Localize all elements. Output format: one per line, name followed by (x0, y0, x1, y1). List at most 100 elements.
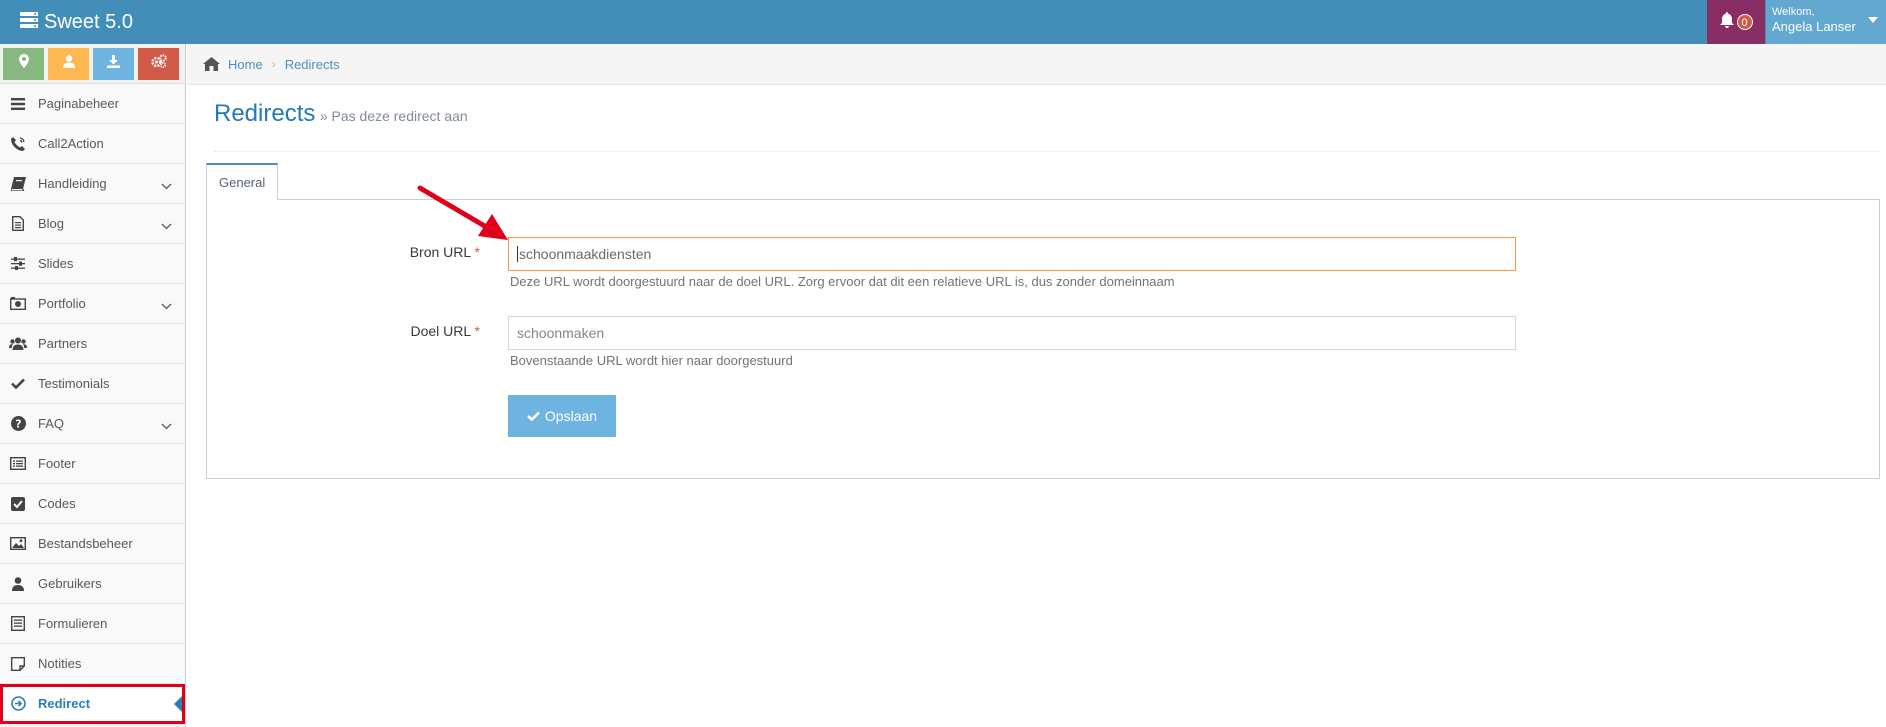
shortcut-button-download[interactable] (93, 47, 134, 80)
sidebar-item-label: Redirect (38, 696, 91, 711)
sidebar-item-codes[interactable]: Codes (0, 484, 185, 524)
check-square-icon (9, 495, 27, 513)
annotation-arrow-icon (416, 184, 510, 247)
target-url-value: schoonmaken (517, 325, 605, 341)
notifications-badge: 0 (1736, 14, 1753, 30)
breadcrumb-separator-icon: › (271, 57, 276, 71)
sidebar-item-testimonials[interactable]: Testimonials (0, 364, 185, 404)
sidebar-item-label: Bestandsbeheer (38, 536, 133, 551)
home-icon (203, 57, 220, 71)
sidebar-item-redirect[interactable]: Redirect (0, 684, 185, 724)
page-header: Redirects » Pas deze redirect aan (214, 100, 1880, 152)
breadcrumb-home-link[interactable]: Home (228, 57, 263, 72)
user-icon (62, 54, 75, 73)
app-title: Sweet 5.0 (44, 10, 133, 33)
map-marker-icon (18, 54, 29, 73)
target-url-label-text: Doel URL (410, 323, 471, 339)
chevron-down-icon (161, 298, 172, 313)
sidebar-item-bestandsbeheer[interactable]: Bestandsbeheer (0, 524, 185, 564)
sidebar-item-label: Slides (38, 256, 74, 271)
svg-text:?: ? (15, 418, 21, 431)
image-icon (9, 535, 27, 553)
source-url-help: Deze URL wordt doorgestuurd naar de doel… (510, 274, 1175, 289)
sidebar-item-label: Codes (38, 496, 76, 511)
save-button[interactable]: Opslaan (508, 395, 616, 437)
shortcut-button-location[interactable] (3, 47, 44, 80)
active-pointer (174, 696, 182, 712)
sidebar-item-footer[interactable]: Footer (0, 444, 185, 484)
document-icon (9, 215, 27, 233)
sidebar-item-label: Blog (38, 216, 65, 231)
source-url-value: schoonmaakdiensten (519, 246, 652, 262)
brand[interactable]: Sweet 5.0 (20, 0, 133, 44)
bell-icon (1719, 11, 1734, 33)
check-icon (527, 408, 540, 424)
chevron-down-icon (161, 418, 172, 433)
sidebar-item-label: FAQ (38, 416, 65, 431)
sidebar-item-notities[interactable]: Notities (0, 644, 185, 684)
sidebar: Paginabeheer Call2Action Handleiding Blo… (0, 44, 186, 727)
sidebar-item-faq[interactable]: ? FAQ (0, 404, 185, 444)
target-url-help: Bovenstaande URL wordt hier naar doorges… (510, 353, 793, 368)
source-url-label: Bron URL * (360, 244, 480, 260)
text-cursor (517, 246, 518, 262)
sidebar-item-label: Call2Action (38, 136, 104, 151)
sidebar-item-handleiding[interactable]: Handleiding (0, 164, 185, 204)
page-subtitle: » Pas deze redirect aan (319, 108, 468, 124)
cogs-icon (150, 54, 167, 73)
list-alt-icon (9, 455, 27, 473)
sidebar-item-label: Testimonials (38, 376, 110, 391)
sidebar-item-call2action[interactable]: Call2Action (0, 124, 185, 164)
note-icon (9, 655, 27, 673)
sidebar-item-formulieren[interactable]: Formulieren (0, 604, 185, 644)
arrow-circle-right-icon (9, 695, 27, 713)
chevron-down-icon (161, 218, 172, 233)
server-icon (20, 11, 44, 34)
sidebar-item-label: Paginabeheer (38, 96, 119, 111)
source-url-input[interactable]: schoonmaakdiensten (508, 237, 1516, 271)
phone-icon (9, 135, 27, 153)
tab-bar: General (206, 163, 279, 200)
caret-down-icon (1868, 17, 1878, 23)
sidebar-item-partners[interactable]: Partners (0, 324, 185, 364)
required-marker: * (474, 323, 480, 339)
save-button-label: Opslaan (544, 408, 598, 424)
bars-icon (9, 95, 27, 113)
sidebar-item-slides[interactable]: Slides (0, 244, 185, 284)
book-icon (9, 175, 27, 193)
tab-general[interactable]: General (206, 163, 279, 200)
sliders-icon (9, 255, 27, 273)
sidebar-item-label: Formulieren (38, 616, 108, 631)
sidebar-item-label: Footer (38, 456, 76, 471)
target-url-input[interactable]: schoonmaken (508, 316, 1516, 350)
shortcut-button-user[interactable] (48, 47, 89, 80)
sidebar-item-paginabeheer[interactable]: Paginabeheer (0, 84, 185, 124)
sidebar-item-portfolio[interactable]: Portfolio (0, 284, 185, 324)
download-icon (107, 54, 120, 73)
required-marker: * (474, 244, 480, 260)
user-icon (9, 575, 27, 593)
sidebar-item-label: Partners (38, 336, 88, 351)
form-icon (9, 615, 27, 633)
source-url-label-text: Bron URL (409, 244, 471, 260)
camera-icon (9, 295, 27, 313)
sidebar-item-label: Notities (38, 656, 82, 671)
target-url-label: Doel URL * (360, 323, 480, 339)
sidebar-item-gebruikers[interactable]: Gebruikers (0, 564, 185, 604)
chevron-down-icon (161, 178, 172, 193)
sidebar-item-label: Portfolio (38, 296, 86, 311)
sidebar-item-label: Handleiding (38, 176, 107, 191)
notifications-button[interactable]: 0 (1707, 0, 1765, 44)
users-icon (9, 335, 27, 353)
top-navbar: Sweet 5.0 0 Welkom, Angela Lanser (0, 0, 1886, 44)
check-icon (9, 375, 27, 393)
sidebar-shortcuts (0, 44, 185, 84)
breadcrumb: Home › Redirects (187, 44, 1886, 85)
user-menu[interactable]: Welkom, Angela Lanser (1766, 0, 1886, 44)
question-icon: ? (9, 415, 27, 433)
sidebar-item-blog[interactable]: Blog (0, 204, 185, 244)
shortcut-button-settings[interactable] (138, 47, 179, 80)
sidebar-item-label: Gebruikers (38, 576, 102, 591)
page-title: Redirects (214, 100, 316, 127)
breadcrumb-current-link[interactable]: Redirects (285, 57, 340, 72)
